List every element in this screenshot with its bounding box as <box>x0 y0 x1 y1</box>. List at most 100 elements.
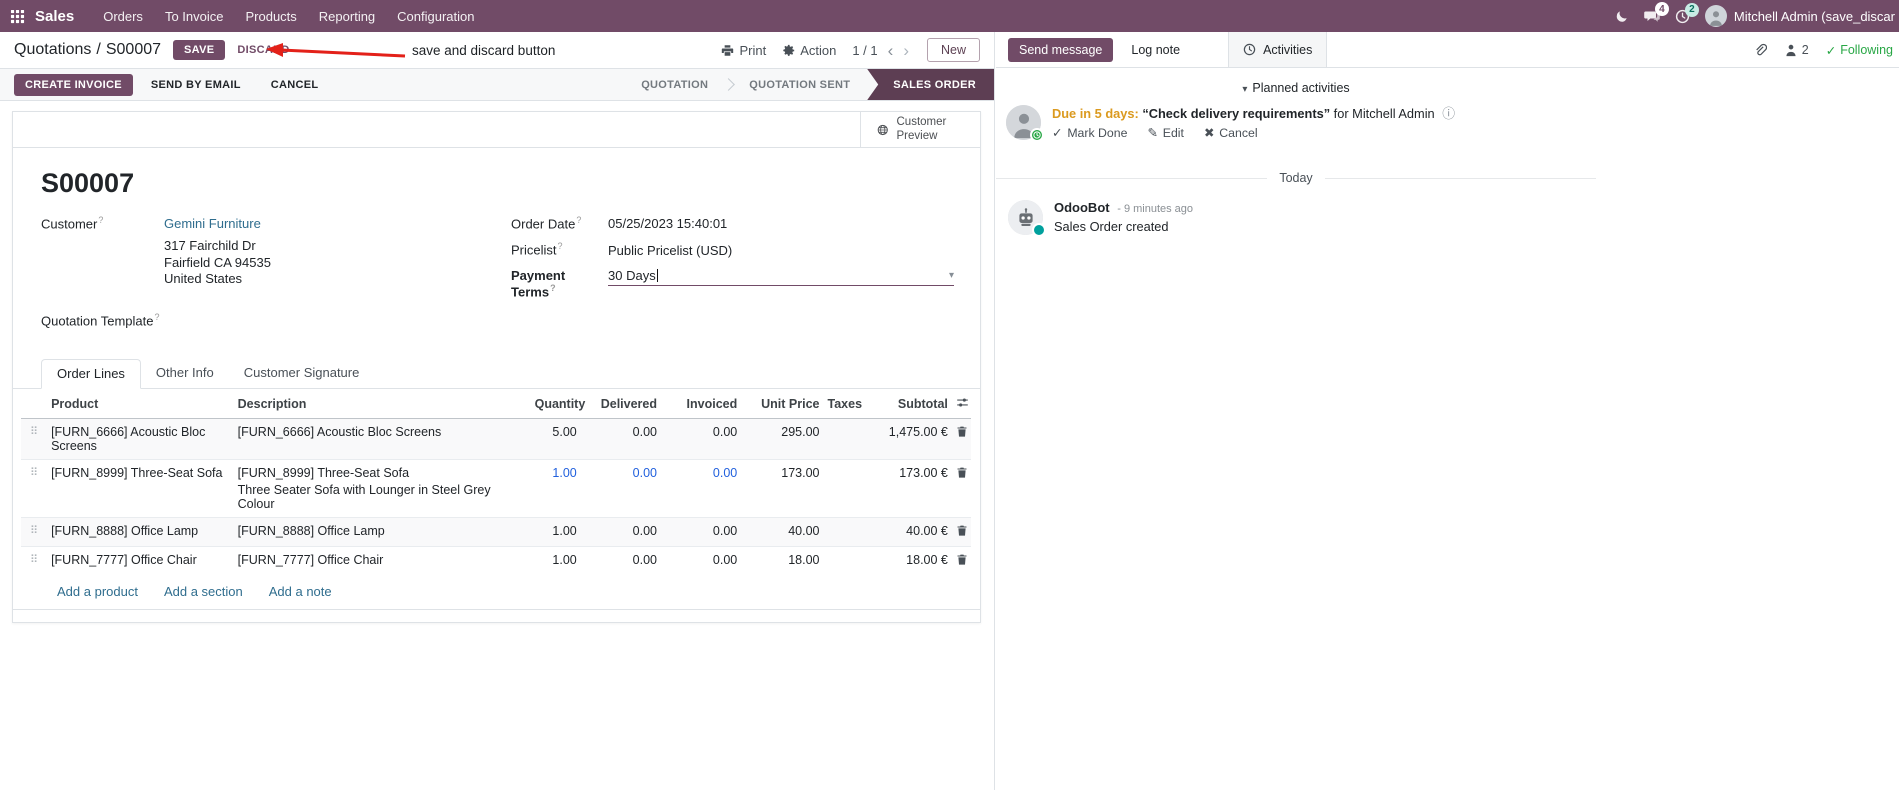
new-button[interactable]: New <box>926 38 980 62</box>
attachment-paperclip-icon[interactable] <box>1753 43 1767 57</box>
cell-quantity[interactable]: 1.00 <box>530 459 581 518</box>
cell-delivered[interactable]: 0.00 <box>580 459 661 518</box>
pricelist-value[interactable]: Public Pricelist (USD) <box>608 243 732 258</box>
cell-quantity[interactable]: 5.00 <box>531 419 581 460</box>
menu-to-invoice[interactable]: To Invoice <box>154 0 235 32</box>
cell-unit-price[interactable]: 18.00 <box>741 546 824 576</box>
record-title: S00007 <box>41 168 135 198</box>
followers-count: 2 <box>1801 43 1809 57</box>
edit-activity-button[interactable]: ✎ Edit <box>1147 126 1184 140</box>
text-cursor <box>656 268 658 282</box>
status-quotation-sent[interactable]: QUOTATION SENT <box>734 69 865 100</box>
save-button[interactable]: SAVE <box>173 40 226 60</box>
following-button[interactable]: ✓ Following <box>1826 43 1893 58</box>
cell-product[interactable]: [FURN_6666] Acoustic Bloc Screens <box>47 419 234 460</box>
cell-taxes[interactable] <box>823 459 884 518</box>
activity-summary: “Check delivery requirements” <box>1142 106 1331 121</box>
cancel-activity-button[interactable]: ✖ Cancel <box>1204 126 1258 140</box>
cell-product[interactable]: [FURN_8888] Office Lamp <box>47 517 234 547</box>
cell-taxes[interactable] <box>824 419 884 460</box>
cell-invoiced[interactable]: 0.00 <box>661 419 741 460</box>
add-note-link[interactable]: Add a note <box>269 584 332 599</box>
tab-order-lines[interactable]: Order Lines <box>41 359 141 390</box>
menu-products[interactable]: Products <box>234 0 307 32</box>
cell-unit-price[interactable]: 173.00 <box>741 459 824 518</box>
dropdown-caret-icon[interactable]: ▾ <box>949 270 954 281</box>
planned-activities-header[interactable]: ▾ Planned activities <box>996 81 1596 95</box>
tab-customer-signature[interactable]: Customer Signature <box>229 359 375 388</box>
tab-other-info[interactable]: Other Info <box>141 359 229 388</box>
info-icon[interactable]: ⓘ <box>1442 106 1455 121</box>
cell-description[interactable]: [FURN_7777] Office Chair <box>233 546 531 576</box>
discard-button[interactable]: DISCARD <box>229 40 297 60</box>
status-sales-order[interactable]: SALES ORDER <box>867 69 994 100</box>
pager-value[interactable]: 1 / 1 <box>852 43 877 58</box>
app-brand[interactable]: Sales <box>35 8 74 25</box>
pager-next-icon[interactable]: › <box>903 42 909 59</box>
drag-handle-icon[interactable]: ⠿ <box>21 419 47 460</box>
delete-line-icon[interactable] <box>956 425 968 438</box>
cell-delivered[interactable]: 0.00 <box>581 419 661 460</box>
drag-handle-icon[interactable]: ⠿ <box>21 546 48 576</box>
create-invoice-button[interactable]: CREATE INVOICE <box>14 73 133 96</box>
delete-line-icon[interactable] <box>956 524 968 537</box>
order-line-row[interactable]: ⠿ [FURN_8888] Office Lamp [FURN_8888] Of… <box>21 517 971 547</box>
order-line-row[interactable]: ⠿ [FURN_7777] Office Chair [FURN_7777] O… <box>21 546 971 576</box>
cell-description[interactable]: [FURN_8888] Office Lamp <box>233 517 531 547</box>
drag-handle-icon[interactable]: ⠿ <box>21 459 48 518</box>
print-button[interactable]: Print <box>721 43 766 58</box>
cell-product[interactable]: [FURN_7777] Office Chair <box>47 546 234 576</box>
message-author[interactable]: OdooBot <box>1054 200 1110 215</box>
activities-clock-icon[interactable]: 2 <box>1675 2 1699 24</box>
cell-description[interactable]: [FURN_6666] Acoustic Bloc Screens <box>234 419 531 460</box>
action-button[interactable]: Action <box>782 43 836 58</box>
cell-invoiced[interactable]: 0.00 <box>661 517 742 547</box>
cancel-button[interactable]: CANCEL <box>259 74 331 96</box>
mark-done-button[interactable]: ✓ Mark Done <box>1052 126 1127 140</box>
cell-delivered[interactable]: 0.00 <box>580 517 661 547</box>
add-section-link[interactable]: Add a section <box>164 584 243 599</box>
send-by-email-button[interactable]: SEND BY EMAIL <box>139 74 253 96</box>
pager-previous-icon[interactable]: ‹ <box>888 42 894 59</box>
cell-unit-price[interactable]: 40.00 <box>741 517 824 547</box>
header-quantity: Quantity <box>530 389 585 420</box>
add-product-link[interactable]: Add a product <box>57 584 138 599</box>
order-line-row[interactable]: ⠿ [FURN_6666] Acoustic Bloc Screens [FUR… <box>21 418 971 460</box>
customer-preview-button[interactable]: Customer Preview <box>860 112 980 147</box>
cell-unit-price[interactable]: 295.00 <box>741 419 823 460</box>
cell-quantity[interactable]: 1.00 <box>530 546 581 576</box>
followers-button[interactable]: 2 <box>1784 43 1809 57</box>
cell-invoiced[interactable]: 0.00 <box>661 459 742 518</box>
log-note-button[interactable]: Log note <box>1121 38 1190 62</box>
messages-icon[interactable]: 4 <box>1644 2 1669 24</box>
user-menu[interactable]: Mitchell Admin (save_discar <box>1704 5 1895 27</box>
activities-tab[interactable]: Activities <box>1228 32 1328 67</box>
order-date-value[interactable]: 05/25/2023 15:40:01 <box>608 216 727 231</box>
cell-invoiced[interactable]: 0.00 <box>661 546 742 576</box>
header-unit-price: Unit Price <box>741 389 824 420</box>
payment-terms-input[interactable]: 30 Days ▾ <box>608 268 954 286</box>
menu-configuration[interactable]: Configuration <box>386 0 485 32</box>
delete-line-icon[interactable] <box>956 553 968 566</box>
cell-taxes[interactable] <box>823 546 884 576</box>
menu-reporting[interactable]: Reporting <box>308 0 386 32</box>
cell-description[interactable]: [FURN_8999] Three-Seat Sofa Three Seater… <box>233 459 531 518</box>
header-product: Product <box>47 389 234 420</box>
menu-orders[interactable]: Orders <box>92 0 154 32</box>
order-line-row[interactable]: ⠿ [FURN_8999] Three-Seat Sofa [FURN_8999… <box>21 459 971 518</box>
planned-activities-title: Planned activities <box>1252 81 1350 95</box>
status-quotation[interactable]: QUOTATION <box>626 69 723 100</box>
optional-columns-icon[interactable] <box>951 389 971 420</box>
customer-value-link[interactable]: Gemini Furniture <box>164 216 261 231</box>
cross-icon: ✖ <box>1203 126 1215 140</box>
cell-product[interactable]: [FURN_8999] Three-Seat Sofa <box>47 459 234 518</box>
cell-quantity[interactable]: 1.00 <box>530 517 581 547</box>
breadcrumb-quotations-link[interactable]: Quotations <box>14 41 91 59</box>
drag-handle-icon[interactable]: ⠿ <box>21 517 48 547</box>
delete-line-icon[interactable] <box>956 466 968 479</box>
cell-taxes[interactable] <box>823 517 884 547</box>
cell-delivered[interactable]: 0.00 <box>580 546 661 576</box>
apps-grid-icon[interactable] <box>10 9 25 24</box>
dark-mode-moon-icon[interactable] <box>1615 9 1629 23</box>
send-message-button[interactable]: Send message <box>1008 37 1114 62</box>
